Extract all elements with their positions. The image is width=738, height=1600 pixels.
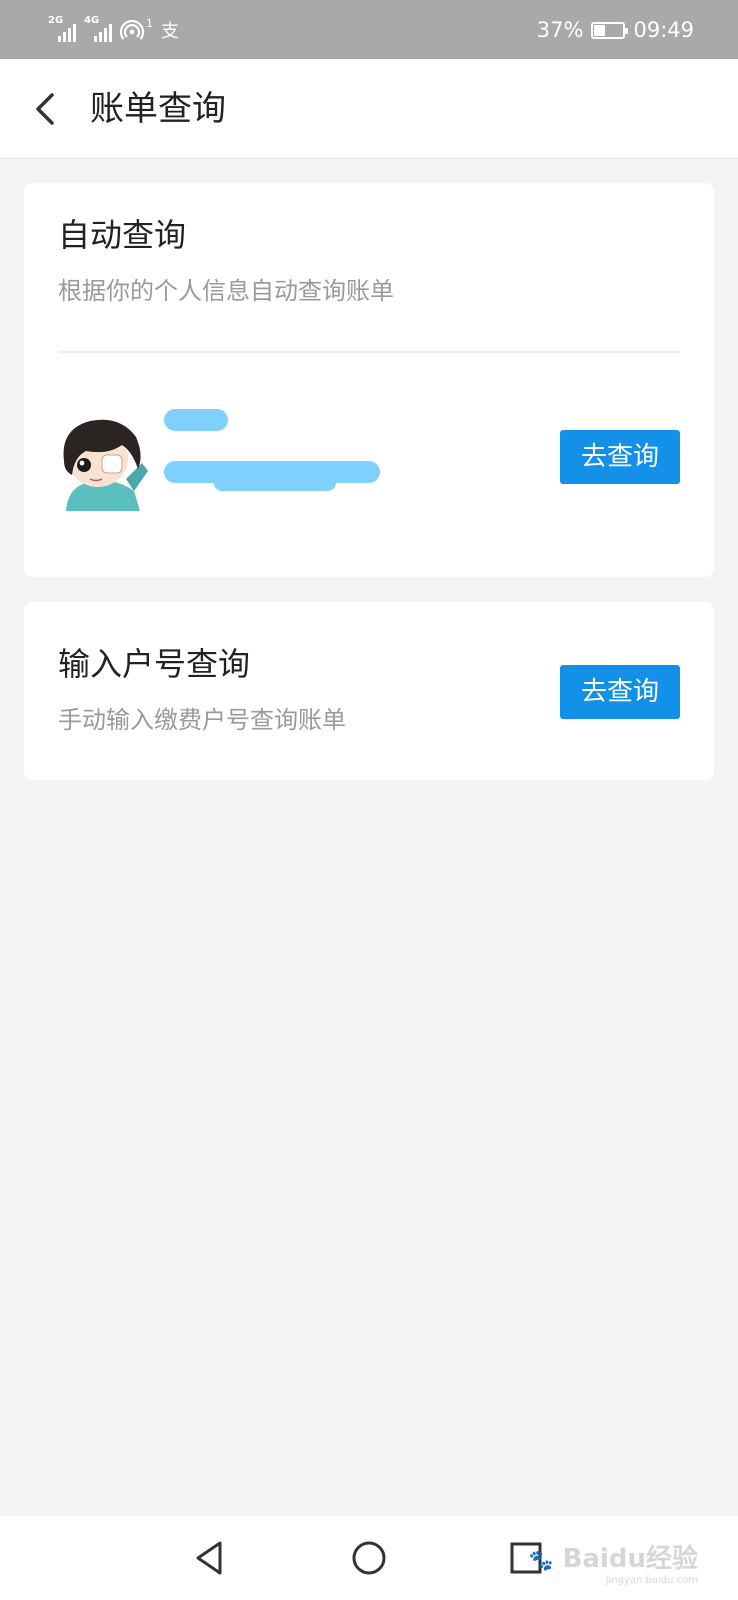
navigation-bar: 🐾 Baidu经验 jingyan.baidu.com: [0, 1516, 738, 1600]
auto-query-card: 自动查询 根据你的个人信息自动查询账单 去查询: [24, 183, 714, 577]
redacted-name: [164, 409, 228, 431]
paw-icon: 🐾: [528, 1548, 554, 1572]
nav-back-icon[interactable]: [186, 1534, 234, 1582]
page-title: 账单查询: [90, 89, 226, 129]
baidu-watermark: 🐾 Baidu经验 jingyan.baidu.com: [529, 1538, 698, 1586]
manual-query-subtitle: 手动输入缴费户号查询账单: [58, 706, 346, 734]
status-icons-left: 2G 4G 1 支: [48, 12, 179, 48]
clock: 09:49: [633, 18, 694, 42]
watermark-brand: Baidu经验: [562, 1544, 698, 1574]
manual-query-title: 输入户号查询: [58, 645, 251, 683]
battery-icon: [591, 21, 629, 39]
auto-query-title: 自动查询: [58, 216, 187, 254]
redacted-account-tail: [214, 475, 336, 491]
hotspot-count: 1: [146, 16, 153, 30]
divider: [58, 351, 680, 353]
auto-query-button[interactable]: 去查询: [560, 430, 680, 484]
status-bar: 2G 4G 1 支 37% 09:49: [0, 0, 738, 59]
battery-level: [594, 24, 605, 36]
manual-query-card: 输入户号查询 手动输入缴费户号查询账单 去查询: [24, 602, 714, 780]
nav-home-icon[interactable]: [345, 1534, 393, 1582]
signal-2g-icon: 2G: [48, 16, 76, 42]
hotspot-icon: [120, 19, 144, 40]
watermark-site: jingyan.baidu.com: [605, 1575, 698, 1586]
auto-query-subtitle: 根据你的个人信息自动查询账单: [58, 277, 394, 305]
manual-query-button[interactable]: 去查询: [560, 665, 680, 719]
signal-4g-icon: 4G: [84, 16, 112, 42]
alipay-icon: 支: [161, 21, 179, 42]
title-bar: 账单查询: [0, 59, 738, 159]
back-arrow-icon[interactable]: [24, 83, 72, 135]
status-icons-right: 37% 09:49: [537, 12, 694, 48]
user-avatar: [63, 419, 148, 511]
battery-percent: 37%: [536, 18, 584, 42]
